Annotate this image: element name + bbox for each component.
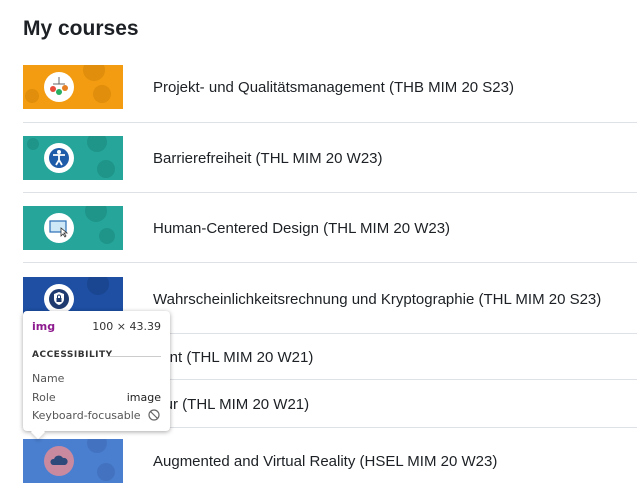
cloud-icon [44, 446, 74, 476]
tooltip-focus-label: Keyboard-focusable [32, 409, 141, 422]
tooltip-section-divider [107, 356, 161, 357]
tooltip-dimensions: 100 × 43.39 [92, 320, 161, 333]
course-image[interactable] [23, 65, 123, 109]
course-name[interactable]: nent (THL MIM 20 W21) [153, 349, 313, 366]
divider [23, 262, 637, 263]
course-name[interactable]: Barrierefreiheit (THL MIM 20 W23) [153, 150, 383, 167]
course-item[interactable]: Projekt- und Qualitätsmanagement (THB MI… [23, 65, 637, 109]
tooltip-role-value: image [126, 391, 161, 404]
inspect-tooltip: img 100 × 43.39 ACCESSIBILITY Name Role … [23, 311, 170, 440]
tooltip-role-label: Role [32, 391, 56, 404]
tooltip-arrow [30, 424, 46, 440]
course-image[interactable] [23, 439, 123, 483]
course-item[interactable]: Augmented and Virtual Reality (HSEL MIM … [23, 439, 637, 483]
course-image[interactable] [23, 136, 123, 180]
accessibility-person-icon [44, 143, 74, 173]
course-name[interactable]: Projekt- und Qualitätsmanagement (THB MI… [153, 79, 514, 96]
course-name[interactable]: ktur (THL MIM 20 W21) [153, 396, 309, 413]
course-image[interactable] [23, 206, 123, 250]
divider [23, 192, 637, 193]
course-name[interactable]: Human-Centered Design (THL MIM 20 W23) [153, 220, 450, 237]
course-name[interactable]: Wahrscheinlichkeitsrechnung und Kryptogr… [153, 291, 601, 308]
page-title: My courses [23, 17, 139, 40]
screen-pointer-icon [44, 213, 74, 243]
not-allowed-icon [148, 409, 160, 424]
divider [23, 122, 637, 123]
tooltip-section-title: ACCESSIBILITY [32, 350, 113, 360]
shield-lock-icon [44, 284, 74, 314]
course-item[interactable]: Barrierefreiheit (THL MIM 20 W23) [23, 136, 637, 180]
tooltip-name-label: Name [32, 372, 65, 385]
tooltip-tag: img [32, 320, 56, 333]
course-name[interactable]: Augmented and Virtual Reality (HSEL MIM … [153, 453, 497, 470]
course-item[interactable]: Human-Centered Design (THL MIM 20 W23) [23, 206, 637, 250]
mobile-toy-icon [44, 72, 74, 102]
